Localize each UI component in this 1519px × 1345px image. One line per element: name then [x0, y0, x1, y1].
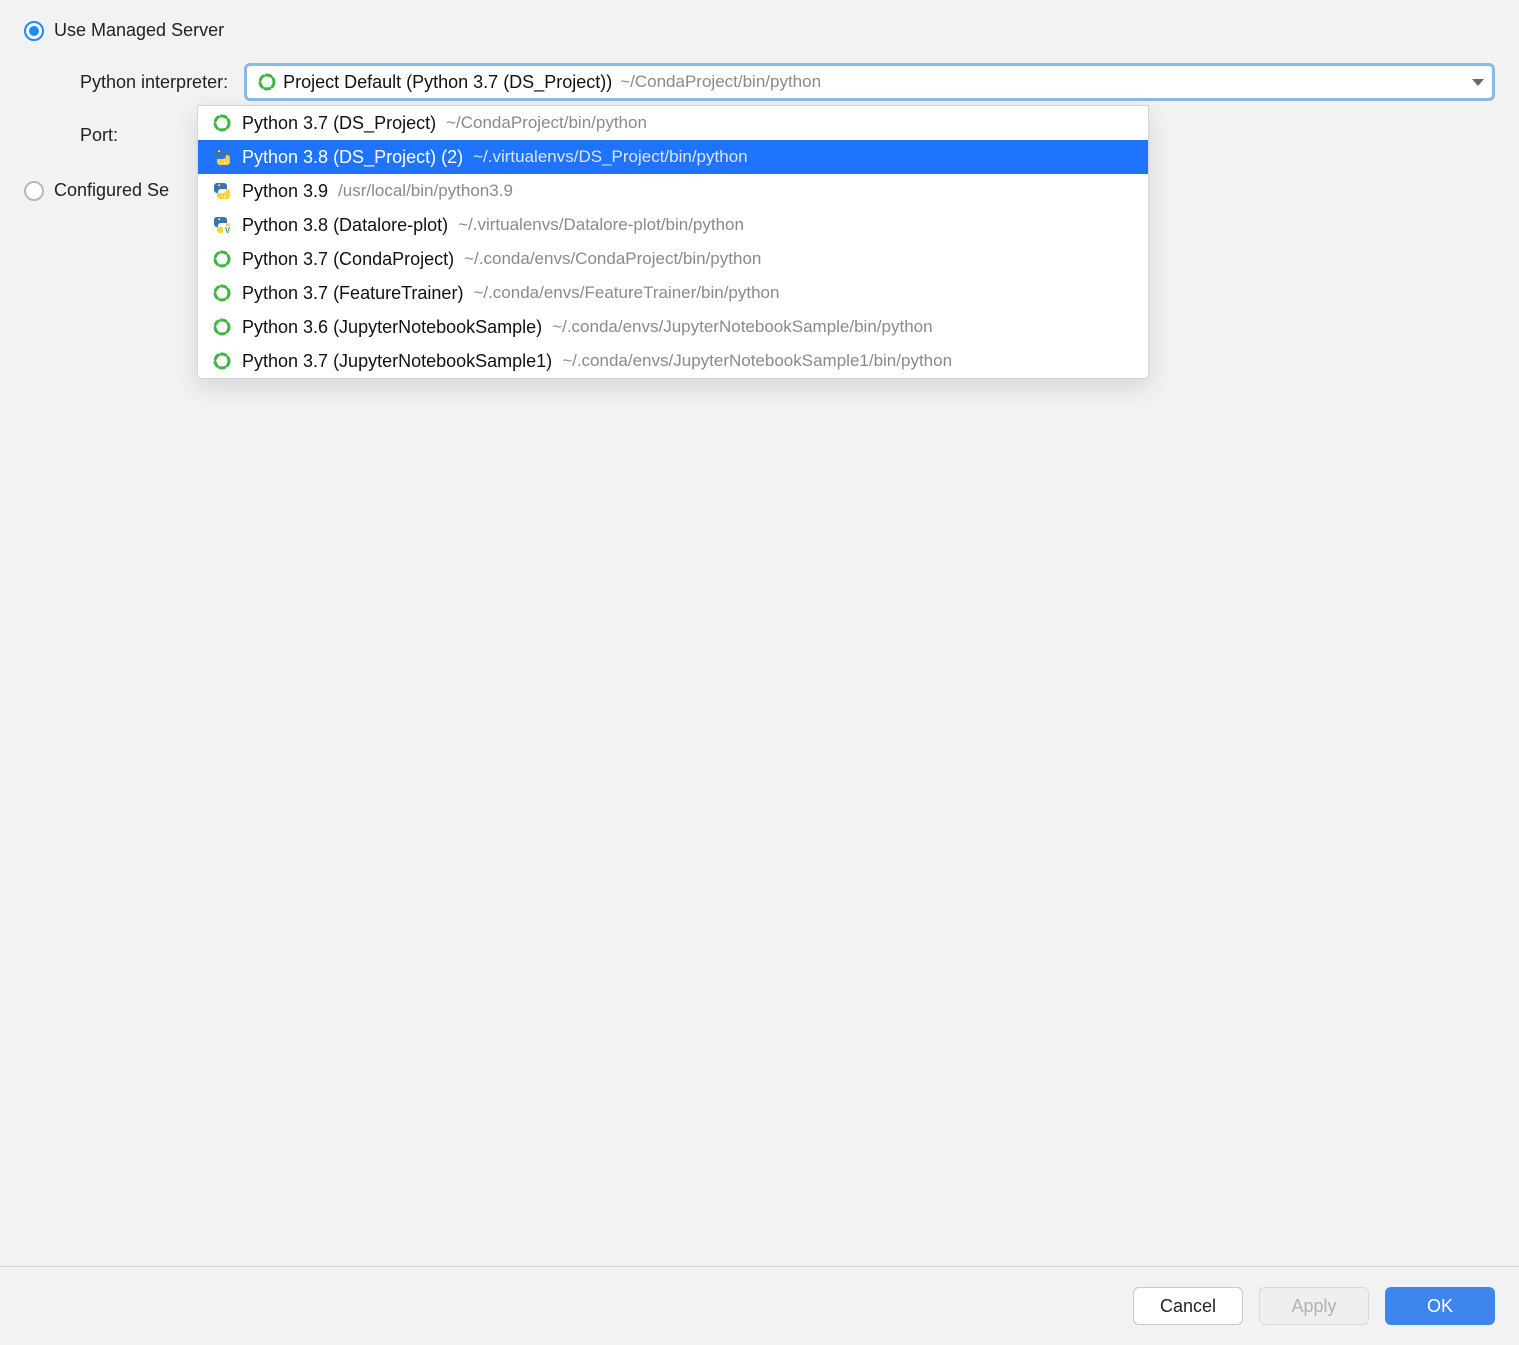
- combo-python-interpreter[interactable]: Project Default (Python 3.7 (DS_Project)…: [244, 63, 1495, 101]
- interpreter-option[interactable]: Python 3.8 (DS_Project) (2) ~/.virtualenv…: [198, 140, 1148, 174]
- combo-selected-name: Project Default (Python 3.7 (DS_Project)…: [283, 72, 612, 93]
- interpreter-option-name: Python 3.8 (DS_Project) (2): [242, 147, 463, 168]
- python-icon: [212, 147, 232, 167]
- interpreter-option-name: Python 3.7 (FeatureTrainer): [242, 283, 463, 304]
- conda-ring-icon: [257, 72, 277, 92]
- footer-divider: [0, 1266, 1519, 1267]
- conda-ring-icon: [212, 249, 232, 269]
- interpreter-option[interactable]: Python 3.8 (Datalore-plot) ~/.virtualenvs…: [198, 208, 1148, 242]
- interpreter-option[interactable]: Python 3.9/usr/local/bin/python3.9: [198, 174, 1148, 208]
- interpreter-option-path: ~/.conda/envs/JupyterNotebookSample/bin/…: [552, 317, 932, 337]
- interpreter-option-path: ~/CondaProject/bin/python: [446, 113, 647, 133]
- interpreter-option-path: ~/.conda/envs/CondaProject/bin/python: [464, 249, 761, 269]
- chevron-down-icon: [1472, 79, 1484, 86]
- interpreter-option-name: Python 3.6 (JupyterNotebookSample): [242, 317, 542, 338]
- python-virtualenv-icon: [212, 215, 232, 235]
- label-python-interpreter: Python interpreter:: [80, 72, 228, 93]
- interpreter-option-name: Python 3.7 (JupyterNotebookSample1): [242, 351, 552, 372]
- interpreter-option-path: ~/.conda/envs/JupyterNotebookSample1/bin…: [562, 351, 952, 371]
- radio-configured-server-label: Configured Se: [54, 180, 169, 201]
- interpreter-option[interactable]: Python 3.7 (FeatureTrainer) ~/.conda/envs…: [198, 276, 1148, 310]
- interpreter-option-path: ~/.virtualenvs/DS_Project/bin/python: [473, 147, 748, 167]
- cancel-button[interactable]: Cancel: [1133, 1287, 1243, 1325]
- conda-ring-icon: [212, 283, 232, 303]
- conda-ring-icon: [212, 113, 232, 133]
- interpreter-option[interactable]: Python 3.7 (DS_Project) ~/CondaProject/bi…: [198, 106, 1148, 140]
- ok-button[interactable]: OK: [1385, 1287, 1495, 1325]
- interpreter-option-path: ~/.virtualenvs/Datalore-plot/bin/python: [458, 215, 744, 235]
- radio-use-managed-server[interactable]: [24, 21, 44, 41]
- interpreter-option-name: Python 3.7 (DS_Project): [242, 113, 436, 134]
- interpreter-option-name: Python 3.8 (Datalore-plot): [242, 215, 448, 236]
- label-port: Port:: [80, 125, 118, 146]
- interpreter-dropdown[interactable]: Python 3.7 (DS_Project) ~/CondaProject/bi…: [197, 105, 1149, 379]
- conda-ring-icon: [212, 317, 232, 337]
- interpreter-option-name: Python 3.9: [242, 181, 328, 202]
- interpreter-option-path: /usr/local/bin/python3.9: [338, 181, 513, 201]
- radio-use-managed-server-label: Use Managed Server: [54, 20, 224, 41]
- interpreter-option-path: ~/.conda/envs/FeatureTrainer/bin/python: [473, 283, 779, 303]
- interpreter-option[interactable]: Python 3.7 (JupyterNotebookSample1) ~/.co…: [198, 344, 1148, 378]
- python-icon: [212, 181, 232, 201]
- combo-selected-path: ~/CondaProject/bin/python: [620, 72, 821, 92]
- conda-ring-icon: [212, 351, 232, 371]
- radio-configured-server[interactable]: [24, 181, 44, 201]
- interpreter-option[interactable]: Python 3.7 (CondaProject) ~/.conda/envs/C…: [198, 242, 1148, 276]
- interpreter-option[interactable]: Python 3.6 (JupyterNotebookSample) ~/.con…: [198, 310, 1148, 344]
- apply-button: Apply: [1259, 1287, 1369, 1325]
- interpreter-option-name: Python 3.7 (CondaProject): [242, 249, 454, 270]
